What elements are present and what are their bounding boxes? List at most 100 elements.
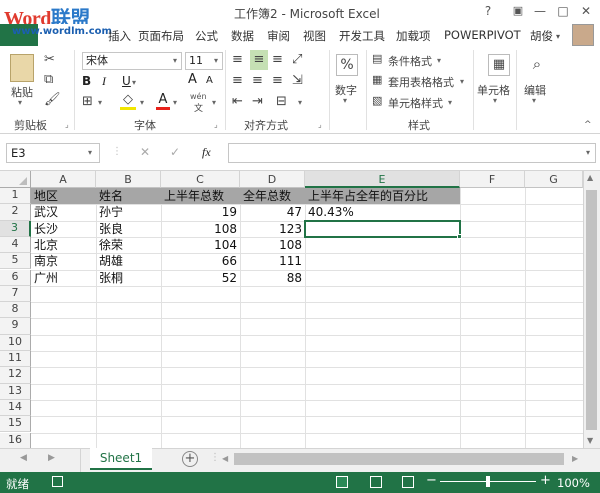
add-sheet-button[interactable]: + xyxy=(182,451,198,467)
cell-style-icon[interactable]: ▧ xyxy=(372,94,382,107)
binoculars-icon[interactable]: ⌕ xyxy=(526,54,548,76)
underline-button[interactable]: U xyxy=(122,74,131,88)
fill-handle[interactable] xyxy=(457,234,462,239)
column-header-b[interactable]: B xyxy=(96,171,161,188)
cell-style-button[interactable]: 单元格样式 xyxy=(388,95,443,111)
row-header-12[interactable]: 12 xyxy=(0,367,31,384)
shrink-font-button[interactable]: A xyxy=(206,75,213,86)
cell-d1[interactable]: 全年总数 xyxy=(243,188,291,204)
scroll-thumb[interactable] xyxy=(586,190,597,430)
name-box-dropdown-icon[interactable]: ▾ xyxy=(88,148,92,157)
alignment-launcher-icon[interactable]: ⌟ xyxy=(318,120,322,129)
align-middle-icon[interactable]: ≡ xyxy=(250,50,268,70)
row-header-4[interactable]: 4 xyxy=(0,236,31,254)
increase-indent-icon[interactable]: ⇥ xyxy=(252,94,263,109)
page-layout-view-icon[interactable] xyxy=(370,476,382,488)
cell-b2[interactable]: 孙宁 xyxy=(99,204,123,220)
cell-d2[interactable]: 47 xyxy=(240,204,302,220)
cell-c2[interactable]: 19 xyxy=(161,204,237,220)
tab-page-layout[interactable]: 页面布局 xyxy=(138,28,184,44)
italic-button[interactable]: I xyxy=(102,74,106,89)
cell-a5[interactable]: 南京 xyxy=(34,253,58,269)
bold-button[interactable]: B xyxy=(82,74,91,88)
cut-icon[interactable]: ✂ xyxy=(44,52,55,67)
border-dropdown-icon[interactable]: ▾ xyxy=(98,98,102,107)
font-name-dropdown-icon[interactable]: ▾ xyxy=(173,56,177,65)
font-size-dropdown-icon[interactable]: ▾ xyxy=(214,56,218,65)
row-header-1[interactable]: 1 xyxy=(0,188,31,205)
cell-c1[interactable]: 上半年总数 xyxy=(164,188,224,204)
cells-icon[interactable]: ▦ xyxy=(488,54,510,76)
tab-insert[interactable]: 插入 xyxy=(108,28,131,44)
align-right-icon[interactable]: ≡ xyxy=(272,73,283,88)
column-header-a[interactable]: A xyxy=(31,171,96,188)
wrap-text-icon[interactable]: ⇲ xyxy=(292,73,303,88)
align-top-icon[interactable]: ≡ xyxy=(232,52,243,67)
insert-function-icon[interactable]: fx xyxy=(202,145,211,160)
table-format-icon[interactable]: ▦ xyxy=(372,73,382,86)
paste-dropdown-icon[interactable]: ▾ xyxy=(18,98,22,107)
cell-c4[interactable]: 104 xyxy=(161,237,237,253)
clipboard-launcher-icon[interactable]: ⌟ xyxy=(65,120,69,129)
row-header-9[interactable]: 9 xyxy=(0,318,31,335)
cell-b6[interactable]: 张桐 xyxy=(99,270,123,286)
conditional-format-dropdown-icon[interactable]: ▾ xyxy=(437,56,441,65)
row-header-6[interactable]: 6 xyxy=(0,269,31,286)
row-header-15[interactable]: 15 xyxy=(0,416,31,433)
zoom-out-button[interactable]: − xyxy=(426,473,437,488)
phonetic-dropdown-icon[interactable]: ▾ xyxy=(212,98,216,107)
paste-icon[interactable] xyxy=(10,54,34,82)
tab-data[interactable]: 数据 xyxy=(231,28,254,44)
row-header-7[interactable]: 7 xyxy=(0,285,31,303)
tab-review[interactable]: 审阅 xyxy=(267,28,290,44)
cell-e1[interactable]: 上半年占全年的百分比 xyxy=(308,188,428,204)
cell-b4[interactable]: 徐荣 xyxy=(99,237,123,253)
row-header-16[interactable]: 16 xyxy=(0,432,31,448)
tab-formulas[interactable]: 公式 xyxy=(195,28,218,44)
close-button[interactable]: ✕ xyxy=(578,3,594,19)
merge-dropdown-icon[interactable]: ▾ xyxy=(298,98,302,107)
font-color-icon[interactable]: A xyxy=(156,92,170,110)
phonetic-icon[interactable]: 文 xyxy=(194,101,203,114)
table-format-button[interactable]: 套用表格格式 xyxy=(388,74,454,90)
tab-addins[interactable]: 加载项 xyxy=(396,28,431,44)
scroll-left-icon[interactable]: ◀ xyxy=(222,454,228,463)
cell-c6[interactable]: 52 xyxy=(161,270,237,286)
next-sheet-icon[interactable]: ▶ xyxy=(48,453,55,463)
macro-record-icon[interactable] xyxy=(52,476,63,487)
name-box[interactable]: E3 xyxy=(6,143,100,163)
zoom-slider-thumb[interactable] xyxy=(486,476,490,487)
tab-developer[interactable]: 开发工具 xyxy=(339,28,385,44)
ribbon-display-icon[interactable]: ▣ xyxy=(510,3,526,19)
cell-style-dropdown-icon[interactable]: ▾ xyxy=(448,98,452,107)
scroll-down-icon[interactable]: ▼ xyxy=(587,436,593,445)
zoom-level[interactable]: 100% xyxy=(557,476,590,490)
conditional-format-icon[interactable]: ▤ xyxy=(372,52,382,65)
column-header-g[interactable]: G xyxy=(525,171,583,188)
percent-icon[interactable]: % xyxy=(336,54,358,76)
help-button[interactable]: ? xyxy=(480,3,496,19)
cell-c5[interactable]: 66 xyxy=(161,253,237,269)
border-icon[interactable]: ⊞ xyxy=(82,94,93,109)
cell-e2[interactable]: 40.43% xyxy=(308,204,354,220)
decrease-indent-icon[interactable]: ⇤ xyxy=(232,94,243,109)
cancel-icon[interactable]: ✕ xyxy=(140,145,150,159)
cell-a3[interactable]: 长沙 xyxy=(34,221,58,237)
minimize-button[interactable]: — xyxy=(532,3,548,19)
row-header-14[interactable]: 14 xyxy=(0,399,31,417)
conditional-format-button[interactable]: 条件格式 xyxy=(388,53,432,69)
scroll-right-icon[interactable]: ▶ xyxy=(572,454,578,463)
number-dropdown-icon[interactable]: ▾ xyxy=(343,96,347,105)
column-header-d[interactable]: D xyxy=(240,171,305,188)
tab-powerpivot[interactable]: POWERPIVOT xyxy=(444,28,521,42)
row-header-5[interactable]: 5 xyxy=(0,253,31,270)
copy-icon[interactable]: ⧉ xyxy=(44,72,53,87)
sheet-tab-sheet1[interactable]: Sheet1 xyxy=(90,448,152,470)
cell-b5[interactable]: 胡雄 xyxy=(99,253,123,269)
cell-a2[interactable]: 武汉 xyxy=(34,204,58,220)
underline-dropdown-icon[interactable]: ▾ xyxy=(132,78,136,87)
format-painter-icon[interactable]: 🖌 xyxy=(44,92,61,107)
table-format-dropdown-icon[interactable]: ▾ xyxy=(460,77,464,86)
phonetic-button[interactable]: wén xyxy=(190,92,207,101)
row-header-10[interactable]: 10 xyxy=(0,334,31,351)
